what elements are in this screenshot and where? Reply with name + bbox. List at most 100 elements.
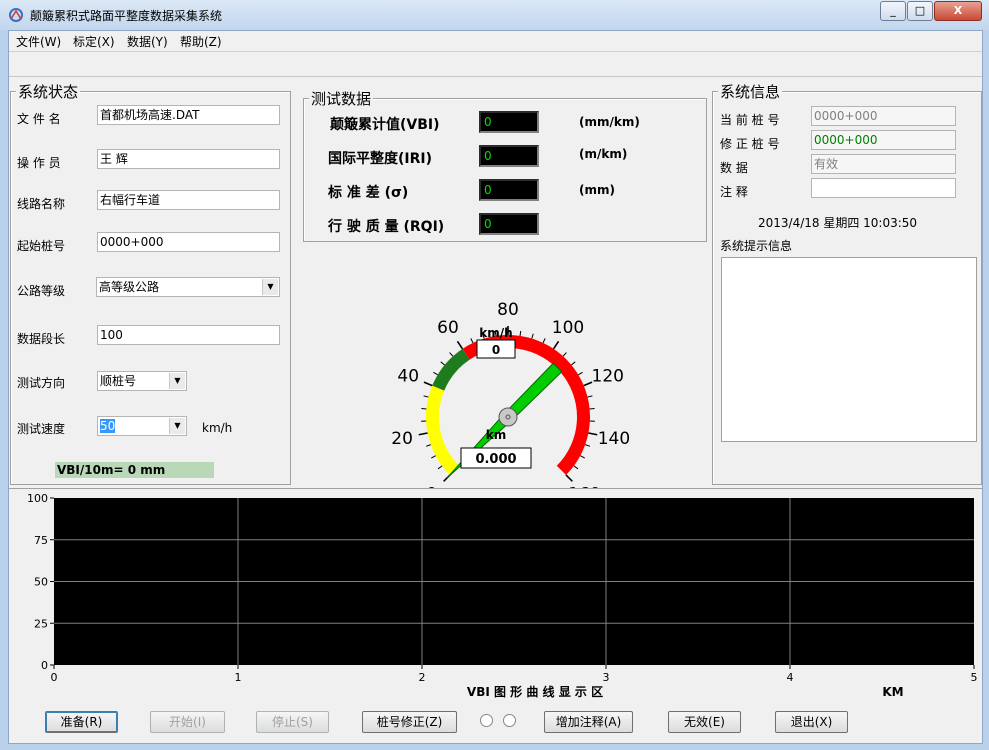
gauge-tick-label-60: 60: [437, 318, 459, 338]
title-bar[interactable]: 颠簸累积式路面平整度数据采集系统 _ □ X: [0, 0, 989, 30]
gauge-band-0: [426, 385, 460, 475]
gauge-distance-value: 0.000: [475, 452, 516, 467]
x-tick-label-4: 4: [787, 671, 794, 684]
file-name-field[interactable]: 首都机场高速.DAT: [97, 105, 280, 125]
rqi-label: 行 驶 质 量 (RQI): [328, 219, 445, 235]
gauge-tick: [531, 333, 534, 339]
window-title: 颠簸累积式路面平整度数据采集系统: [30, 9, 223, 23]
add-remark-button[interactable]: 增加注释(A): [544, 711, 633, 733]
close-button[interactable]: X: [934, 1, 982, 21]
sigma-unit: (mm): [579, 183, 615, 197]
gauge-tick: [552, 340, 560, 350]
vbi-chart: 0 1 2 3 4 50255075100 VBI 图 形 曲 线 显 示 区 KM: [27, 492, 978, 699]
gauge-speed-value: 0: [492, 343, 500, 357]
route-name-field[interactable]: 右幅行车道: [97, 190, 280, 210]
segment-length-field[interactable]: 100: [97, 325, 280, 345]
system-info-title: 系统信息: [718, 81, 783, 102]
hint-label: 系统提示信息: [720, 239, 793, 253]
iri-label: 国际平整度(IRI): [328, 151, 432, 167]
data-label: 数 据: [720, 161, 748, 175]
test-direction-label: 测试方向: [17, 376, 66, 390]
test-speed-label: 测试速度: [17, 422, 66, 436]
gauge-tick: [578, 371, 583, 376]
vbi-label: 颠簸累计值(VBI): [330, 117, 440, 133]
vbi-unit: (mm/km): [579, 115, 640, 129]
start-button[interactable]: 开始(I): [150, 711, 225, 733]
gauge-tick: [580, 455, 585, 459]
gauge-tick: [440, 361, 445, 366]
y-tick-label-0: 0: [41, 659, 48, 672]
current-station-field: 0000+000: [811, 106, 956, 126]
gauge-tick: [562, 352, 567, 357]
gauge-tick-label-140: 140: [598, 429, 630, 449]
test-speed-select[interactable]: 50 ▼: [97, 416, 187, 436]
gauge-tick: [470, 338, 474, 344]
datetime-display: 2013/4/18 星期四 10:03:50: [758, 216, 918, 230]
test-direction-value: 顺桩号: [100, 374, 137, 388]
gauge-speed-unit: km/h: [479, 326, 512, 340]
current-station-label: 当 前 桩 号: [720, 113, 780, 127]
chevron-down-icon[interactable]: ▼: [169, 418, 185, 434]
gauge-tick: [423, 395, 429, 398]
y-tick-label-75: 75: [34, 534, 48, 547]
chevron-down-icon[interactable]: ▼: [169, 373, 185, 389]
test-speed-unit: km/h: [202, 421, 233, 435]
current-station-value: 0000+000: [814, 109, 878, 123]
remark-label: 注 释: [720, 185, 748, 199]
vbi-chart-panel: 0 1 2 3 4 5 0 25 50 75 100 VBI 图 形 曲 线 显 示 区 KM: [9, 488, 982, 703]
client-area: 文件(W) 标定(X) 数据(Y) 帮助(Z) 系统状态 文 件 名 首都机场高…: [8, 30, 983, 744]
road-grade-select[interactable]: 高等级公路 ▼: [96, 277, 280, 297]
app-icon: [9, 8, 23, 22]
y-tick-label-25: 25: [34, 617, 48, 630]
gauge-tick: [418, 432, 428, 436]
menu-calibrate[interactable]: 标定(X): [73, 33, 115, 50]
stop-button[interactable]: 停止(S): [256, 711, 329, 733]
maximize-button[interactable]: □: [907, 1, 933, 21]
gauge-tick: [585, 444, 591, 447]
gauge-tick: [519, 330, 522, 336]
test-direction-select[interactable]: 顺桩号 ▼: [97, 371, 187, 391]
remark-field[interactable]: [811, 178, 956, 198]
iri-unit: (m/km): [579, 147, 628, 161]
gauge-tick-label-40: 40: [397, 367, 419, 387]
menu-file[interactable]: 文件(W): [16, 33, 61, 50]
gauge-tick-label-100: 100: [552, 318, 584, 338]
file-name-label: 文 件 名: [17, 112, 61, 126]
prepare-button[interactable]: 准备(R): [45, 711, 118, 733]
operator-field[interactable]: 王 辉: [97, 149, 280, 169]
chart-x-label: KM: [882, 685, 903, 699]
road-grade-value: 高等级公路: [99, 280, 160, 294]
menu-data[interactable]: 数据(Y): [127, 33, 168, 50]
gauge-tick: [587, 395, 593, 398]
data-value: 有效: [814, 157, 839, 171]
gauge-tick: [456, 340, 464, 350]
menu-help[interactable]: 帮助(Z): [180, 33, 222, 50]
rqi-display: 0: [479, 213, 539, 235]
operator-label: 操 作 员: [17, 156, 61, 170]
data-field: 有效: [811, 154, 956, 174]
gauge-tick: [588, 432, 598, 436]
station-correct-button[interactable]: 桩号修正(Z): [362, 711, 457, 733]
radio-option-2[interactable]: [503, 714, 516, 727]
radio-option-1[interactable]: [480, 714, 493, 727]
minimize-button[interactable]: _: [880, 1, 906, 21]
gauge-tick: [573, 465, 579, 470]
segment-length-label: 数据段长: [17, 332, 66, 346]
hint-textbox[interactable]: [721, 257, 977, 442]
invalid-button[interactable]: 无效(E): [668, 711, 741, 733]
road-grade-label: 公路等级: [17, 284, 66, 298]
route-name-label: 线路名称: [17, 197, 66, 211]
exit-button[interactable]: 退出(X): [775, 711, 848, 733]
chevron-down-icon[interactable]: ▼: [262, 279, 278, 295]
vbi-status-bar: VBI/10m= 0 mm: [55, 462, 214, 478]
sigma-display: 0: [479, 179, 539, 201]
gauge-band-1: [432, 348, 470, 391]
speedometer-gauge: 020406080100120140160 km/h 0 km 0.000: [391, 300, 630, 489]
gauge-tick: [571, 361, 576, 366]
x-tick-label-0: 0: [51, 671, 58, 684]
y-tick-label-100: 100: [27, 492, 48, 505]
iri-display: 0: [479, 145, 539, 167]
start-station-field[interactable]: 0000+000: [97, 232, 280, 252]
x-tick-label-3: 3: [603, 671, 610, 684]
x-tick-label-5: 5: [971, 671, 978, 684]
